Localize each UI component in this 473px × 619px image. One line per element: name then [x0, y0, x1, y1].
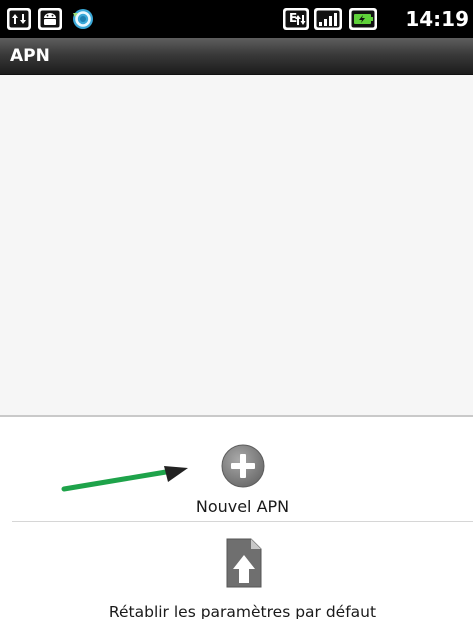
- reset-icon: [226, 538, 261, 588]
- reset-defaults-menu-item[interactable]: Rétablir les paramètres par défaut: [12, 523, 473, 619]
- status-time: 14:19: [405, 7, 469, 31]
- battery-icon: [349, 8, 377, 30]
- network-type-e-icon: E: [283, 8, 309, 30]
- status-bar: E 14:19: [0, 0, 473, 38]
- new-apn-label: Nouvel APN: [195, 497, 290, 516]
- title-bar: APN: [0, 38, 473, 75]
- options-menu: Nouvel APN Rétablir les paramètres par d…: [0, 415, 473, 619]
- add-icon: [221, 444, 264, 488]
- reset-defaults-label: Rétablir les paramètres par défaut: [108, 603, 377, 619]
- android-debug-icon: [38, 8, 62, 30]
- signal-strength-icon: [314, 8, 342, 30]
- apn-list: [0, 75, 473, 415]
- annotation-arrow-icon: [61, 466, 188, 492]
- page-title: APN: [10, 46, 50, 66]
- usb-data-transfer-icon: [7, 8, 31, 30]
- sync-icon: [73, 9, 93, 29]
- apn-screen: E 14:19 APN Nouvel APN Rétablir les para…: [0, 0, 473, 619]
